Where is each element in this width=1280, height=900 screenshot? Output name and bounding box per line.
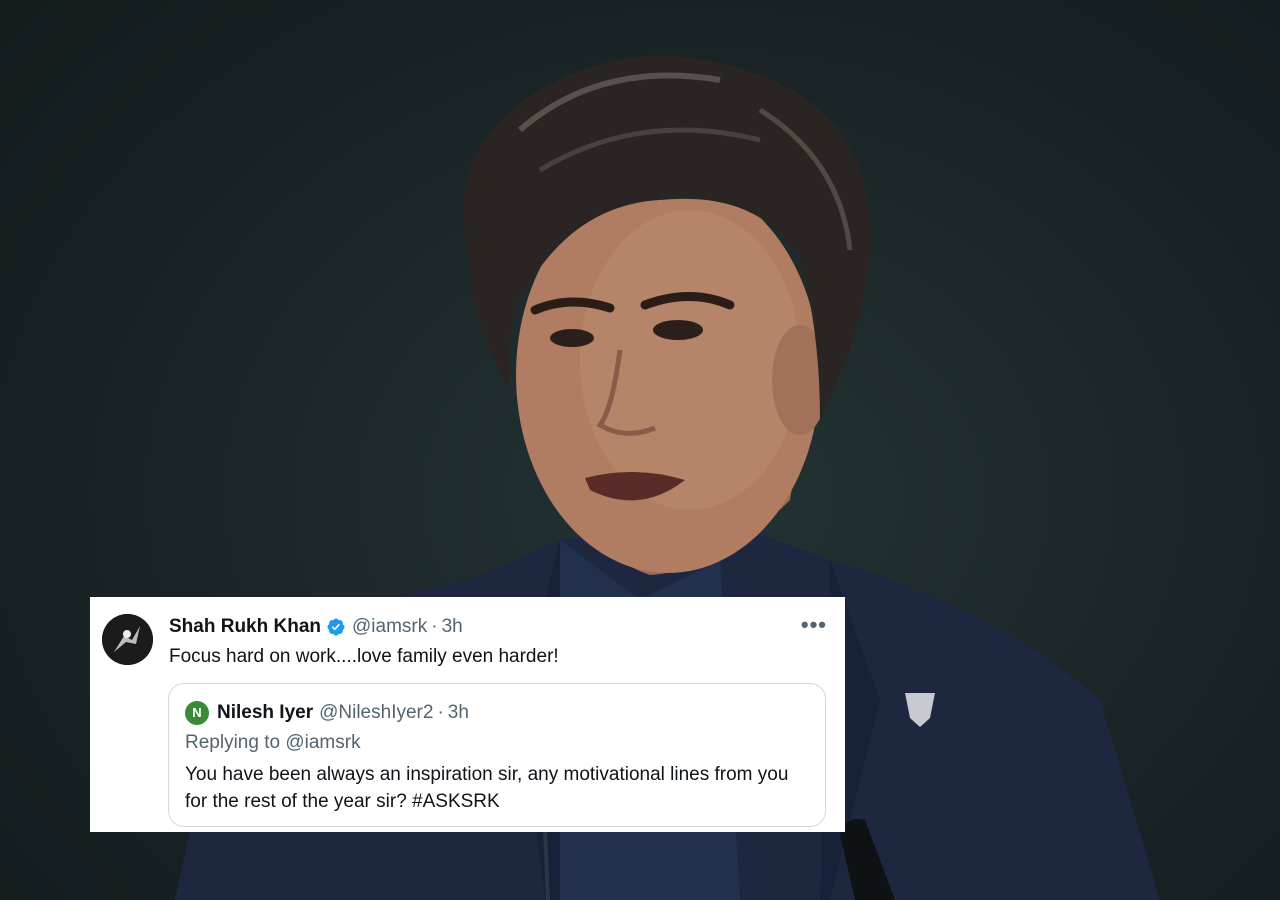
quote-author-avatar[interactable]: N bbox=[185, 701, 209, 725]
verified-badge-icon bbox=[327, 618, 345, 636]
author-handle[interactable]: @iamsrk bbox=[352, 616, 427, 638]
replying-to-line: Replying to @iamsrk bbox=[185, 731, 361, 755]
quoted-tweet[interactable]: N Nilesh Iyer @NileshIyer2 · 3h Replying… bbox=[168, 683, 826, 827]
quote-text: You have been always an inspiration sir,… bbox=[185, 764, 789, 812]
separator-dot: · bbox=[431, 616, 438, 637]
quote-author-name[interactable]: Nilesh Iyer bbox=[217, 702, 313, 724]
replying-handle[interactable]: @iamsrk bbox=[285, 732, 360, 753]
quote-header: N Nilesh Iyer @NileshIyer2 · 3h bbox=[185, 701, 469, 725]
more-options-icon[interactable]: ••• bbox=[801, 614, 827, 636]
author-name[interactable]: Shah Rukh Khan bbox=[169, 616, 321, 638]
quote-timestamp[interactable]: 3h bbox=[448, 702, 469, 724]
tweet-timestamp[interactable]: 3h bbox=[442, 616, 463, 638]
replying-prefix: Replying to bbox=[185, 732, 281, 753]
tweet-header: Shah Rukh Khan @iamsrk · 3h bbox=[169, 616, 463, 638]
quote-author-handle[interactable]: @NileshIyer2 bbox=[319, 702, 433, 724]
quote-separator-dot: · bbox=[437, 702, 444, 723]
tweet-card[interactable]: Shah Rukh Khan @iamsrk · 3h ••• Focus ha… bbox=[90, 597, 845, 832]
tweet-text: Focus hard on work....love family even h… bbox=[169, 646, 559, 667]
author-avatar[interactable] bbox=[102, 614, 153, 665]
